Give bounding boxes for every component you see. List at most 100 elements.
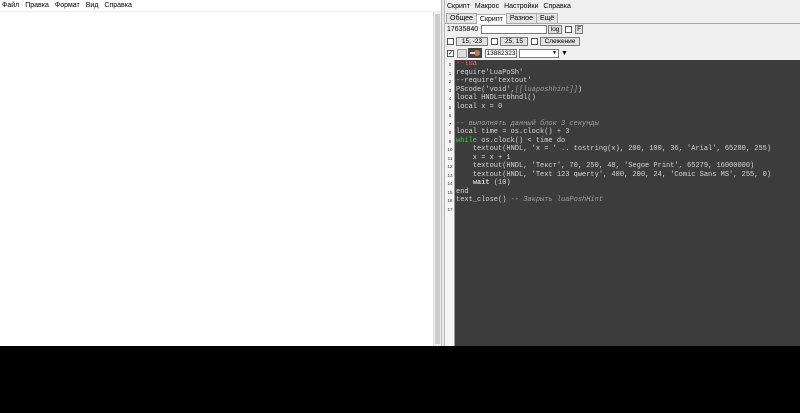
- tool-menubar: Скрипт Макрос Настройки Справка: [445, 0, 800, 12]
- code-token: text_close(): [456, 196, 511, 204]
- follow-checkbox[interactable]: [531, 38, 538, 45]
- line-number: 16: [447, 198, 453, 203]
- follow-button[interactable]: Слежение: [540, 37, 580, 46]
- code-line[interactable]: -- выполнять данный блок 3 секунды: [456, 120, 800, 129]
- code-token: textout(HNDL, 'Text 123 qwerty', 400, 20…: [456, 170, 772, 179]
- menu-file[interactable]: Файл: [2, 2, 19, 9]
- code-line[interactable]: local x = 0: [456, 103, 800, 112]
- menu-help[interactable]: Справка: [543, 3, 570, 10]
- code-line[interactable]: text_close() -- Закрыть luaPoshHint: [456, 196, 800, 205]
- menu-edit[interactable]: Правка: [25, 2, 49, 9]
- menu-format[interactable]: Формат: [55, 2, 80, 9]
- line-number-gutter: 0 1 2 3 4 5 6 7 8 9 10 11 12 13 14 15 16 17: [445, 60, 455, 346]
- tab-bar: Общее Скрипт Разное Ещё: [445, 12, 800, 24]
- code-token: x = x + 1: [456, 153, 511, 162]
- code-token: while: [456, 136, 478, 145]
- tab-script[interactable]: Скрипт: [475, 14, 507, 24]
- scrollbar-thumb[interactable]: [435, 14, 440, 344]
- line-number: 3: [448, 87, 452, 93]
- code-token: (10): [489, 179, 511, 187]
- line-number: 7: [448, 121, 452, 127]
- line-number: 1: [448, 70, 452, 76]
- code-token: -- Закрыть luaPoshHint: [510, 196, 604, 204]
- code-line[interactable]: end: [456, 188, 800, 197]
- code-token: os.clock() < time do: [477, 136, 566, 145]
- notepad-text-area[interactable]: [0, 12, 433, 346]
- code-line[interactable]: textout(HNDL, 'Text 123 qwerty', 400, 20…: [456, 171, 800, 180]
- coords2-checkbox[interactable]: [491, 38, 498, 45]
- line-number: 11: [447, 155, 453, 161]
- menu-script[interactable]: Скрипт: [447, 3, 470, 10]
- chevron-down-icon: ▼: [552, 50, 557, 56]
- code-line[interactable]: textout(HNDL, 'Текст', 70, 250, 48, 'Seg…: [456, 162, 800, 171]
- menu-macro[interactable]: Макрос: [475, 3, 499, 10]
- menu-settings[interactable]: Настройки: [504, 3, 538, 10]
- notepad-window: Файл Правка Формат Вид Справка: [0, 0, 441, 346]
- id-row: 17635840 log F: [447, 25, 584, 34]
- code-area[interactable]: --lua require'LuaPoSh' --require'textout' P…: [456, 60, 800, 213]
- line-number: 8: [448, 130, 452, 135]
- code-line[interactable]: wait (10): [456, 179, 800, 188]
- coord2-button[interactable]: 25, 15: [500, 37, 528, 46]
- eyedropper-icon[interactable]: [468, 48, 482, 58]
- code-token: ): [577, 85, 583, 94]
- line-number: 5: [448, 104, 452, 110]
- color-value[interactable]: 13882323: [485, 48, 517, 58]
- code-token: local HNDL=tbhndl(): [456, 94, 536, 102]
- code-token: --require'textout': [456, 77, 532, 85]
- tab-more[interactable]: Ещё: [535, 13, 559, 23]
- log-button[interactable]: log: [548, 25, 563, 34]
- code-token: require'LuaPoSh': [456, 68, 524, 77]
- line-number: 10: [447, 147, 453, 152]
- code-token: textout(HNDL, 'Текст', 70, 250, 48, 'Seg…: [456, 162, 755, 170]
- color-checkbox[interactable]: ✓: [447, 49, 454, 57]
- f-button[interactable]: F: [575, 25, 584, 34]
- dropdown-arrow-icon[interactable]: ▼: [561, 50, 568, 57]
- line-number: 4: [448, 96, 452, 101]
- code-token: textout(HNDL, 'x = ' .. tostring(x), 200…: [456, 145, 772, 153]
- line-number: 9: [448, 138, 452, 144]
- tab-general[interactable]: Общее: [446, 13, 477, 23]
- code-token: local time = os.clock() + 3: [456, 128, 570, 136]
- code-token: --lua: [456, 60, 478, 68]
- menu-help[interactable]: Справка: [104, 2, 131, 9]
- line-number: 2: [448, 79, 452, 84]
- code-line[interactable]: local time = os.clock() + 3: [456, 128, 800, 137]
- code-line[interactable]: local HNDL=tbhndl(): [456, 94, 800, 103]
- script-editor[interactable]: 0 1 2 3 4 5 6 7 8 9 10 11 12 13 14 15 16 17 --lua require'…: [445, 60, 800, 346]
- line-number: 6: [448, 113, 452, 118]
- code-token: [[luaposhhint]]: [514, 85, 578, 94]
- line-number: 17: [447, 206, 453, 212]
- coord1-button[interactable]: 15, -23: [456, 37, 488, 46]
- code-line[interactable]: --lua: [456, 60, 800, 69]
- color-dropdown[interactable]: ▼: [519, 48, 559, 58]
- log-path-input[interactable]: [481, 25, 548, 34]
- line-number: 0: [448, 62, 452, 67]
- notepad-vertical-scrollbar[interactable]: [433, 12, 441, 346]
- line-number: 14: [447, 181, 453, 186]
- code-token: PScode('void',: [456, 85, 515, 94]
- code-line[interactable]: x = x + 1: [456, 154, 800, 163]
- code-line[interactable]: [456, 111, 800, 120]
- code-line[interactable]: PScode('void', [[luaposhhint]]): [456, 86, 800, 95]
- menu-view[interactable]: Вид: [86, 2, 99, 9]
- coords-checkbox[interactable]: [447, 38, 454, 45]
- code-line[interactable]: [456, 205, 800, 214]
- line-number: 15: [447, 189, 453, 195]
- tab-misc[interactable]: Разное: [505, 13, 537, 23]
- code-line[interactable]: textout(HNDL, 'x = ' .. tostring(x), 200…: [456, 145, 800, 154]
- color-swatch[interactable]: [457, 48, 467, 58]
- code-line[interactable]: --require'textout': [456, 77, 800, 86]
- code-token: end: [456, 187, 469, 196]
- log-checkbox[interactable]: [565, 26, 573, 33]
- code-token: wait: [472, 179, 490, 187]
- color-row: ✓ 13882323 ▼ ▼: [447, 48, 568, 58]
- coords-row: 15, -23 25, 15 Слежение: [447, 37, 580, 46]
- code-token: -- выполнять данный блок 3 секунды: [456, 119, 599, 128]
- script-tool-window: Скрипт Макрос Настройки Справка Общее Ск…: [445, 0, 800, 346]
- code-token: local x = 0: [456, 102, 503, 111]
- line-number: 12: [447, 164, 453, 169]
- code-line[interactable]: while os.clock() < time do: [456, 137, 800, 146]
- code-line[interactable]: require'LuaPoSh': [456, 69, 800, 78]
